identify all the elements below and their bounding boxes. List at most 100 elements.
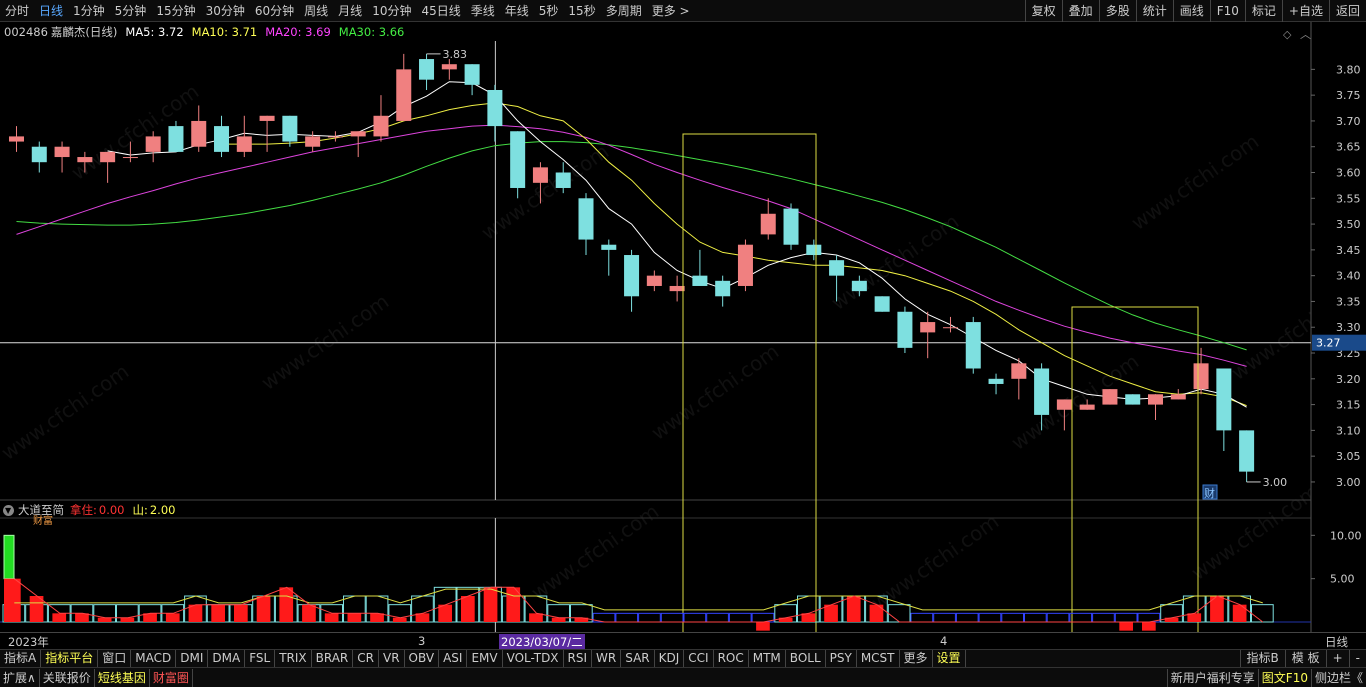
y-tick-label: 3.45 [1336, 244, 1361, 257]
ind-hill [955, 612, 979, 623]
indicator-tab[interactable]: CR [353, 650, 379, 667]
indicator-tab[interactable]: BRAR [312, 650, 354, 667]
y-tick-label: 3.40 [1336, 270, 1361, 283]
chevron-up-icon: ︿ [1300, 28, 1311, 41]
indicator-tab[interactable]: KDJ [655, 650, 685, 667]
bottom-left-item[interactable]: 短线基因 [95, 668, 150, 687]
ind-hill [660, 612, 684, 623]
indicator-tab[interactable]: 窗口 [98, 650, 132, 667]
ind-green-bar [3, 534, 15, 580]
ind-red-bar [279, 587, 294, 622]
bottom-left-item[interactable]: 关联报价 [40, 668, 95, 687]
indicator-tab[interactable]: MCST [857, 650, 900, 667]
chart-canvas[interactable]: 3.80 3.75 3.70 3.65 3.60 3.55 3.50 3.45 3.40 3.35… [0, 0, 1366, 687]
candle-body [54, 146, 70, 158]
highlight-box-2 [1071, 306, 1199, 644]
ma20-line [16, 124, 1247, 367]
candle-body [1034, 368, 1050, 415]
ind-hill [615, 612, 639, 623]
y-tick-label: 3.10 [1336, 424, 1361, 437]
candle-body [1102, 389, 1118, 405]
indicator-tab[interactable]: VOL-TDX [503, 650, 564, 667]
candle-body [737, 244, 753, 286]
x-label-cursor-date: 2023/03/07/二 [499, 634, 585, 650]
candle-body [783, 208, 799, 245]
bottom-left-item[interactable]: 财富圈 [150, 668, 193, 687]
indicator-tab[interactable]: 指标A [0, 650, 42, 667]
indicator-tab[interactable]: PSY [826, 650, 857, 667]
indicator-tab[interactable]: WR [592, 650, 622, 667]
stock-chart-app: 分时 日线 1分钟 5分钟 15分钟 30分钟 60分钟 周线 月线 10分钟 45日线 季线 年线 5秒… [0, 0, 1366, 687]
indicator-tab[interactable]: DMI [176, 650, 209, 667]
candle-body [1056, 399, 1072, 410]
candle-body [1170, 394, 1186, 400]
indicator-collapse-icon[interactable]: ▼ [3, 504, 14, 516]
indicator-tab[interactable]: FSL [245, 650, 276, 667]
indicator-tool[interactable]: 模 板 [1284, 650, 1326, 667]
candle-body [624, 255, 640, 297]
indicator-info-bar: ▼ 大道至简 拿住: 0.00 山: 2.00 [0, 502, 175, 518]
indicator-tab[interactable]: 更多 [900, 650, 933, 667]
bottom-right-item[interactable]: 侧边栏《 [1310, 668, 1366, 687]
candle-body [532, 167, 548, 183]
indicator-tab[interactable]: MACD [131, 650, 177, 667]
ind-red-bar [188, 604, 203, 622]
diamond-icon: ◇ [1283, 28, 1292, 41]
indicator-tool[interactable]: - [1348, 650, 1366, 667]
indicator-tab[interactable]: SAR [621, 650, 655, 667]
bottom-right-item[interactable]: 新用户福利专享 [1166, 668, 1258, 687]
ma10-line [221, 102, 1247, 407]
indicator-tab-bar: 指标A 指标平台 窗口 MACD DMI DMA FSL TRIX BRAR CR VR OBV ASI… [0, 649, 1366, 667]
indicator-param-value-2: 2.00 [149, 503, 176, 517]
ind-red-bar [324, 613, 339, 622]
ind-hill [1092, 612, 1115, 623]
ind-red-bar [461, 596, 475, 622]
indicator-tab[interactable]: EMV [467, 650, 503, 667]
y-tick-label: 3.30 [1336, 321, 1361, 334]
ind-hill [1001, 612, 1024, 623]
indicator-param-value-1: 0.00 [98, 503, 125, 517]
indicator-tool[interactable]: 指标B [1239, 650, 1285, 667]
indicator-tab[interactable]: RSI [564, 650, 593, 667]
indicator-tab[interactable]: 设置 [933, 650, 966, 667]
indicator-name[interactable]: 大道至简 [18, 502, 64, 518]
candle-body [646, 275, 662, 286]
bottom-left-items: 扩展∧ 关联报价 短线基因 财富圈 [0, 668, 1167, 687]
indicator-tab[interactable]: ASI [439, 650, 468, 667]
high-label: 3.83 [443, 48, 468, 61]
candle-body [920, 322, 936, 333]
indicator-tab[interactable]: TRIX [275, 650, 312, 667]
candle-body [464, 64, 480, 85]
y-tick-label: 3.60 [1336, 167, 1361, 180]
bottom-left-item[interactable]: 扩展∧ [0, 668, 40, 687]
ind-hill [887, 604, 911, 623]
ind-hill [683, 612, 707, 623]
y-tick-label: 3.05 [1336, 450, 1361, 463]
indicator-tab[interactable]: 指标平台 [41, 650, 99, 667]
ind-red-bar [234, 604, 248, 622]
y-tick-label: 3.35 [1336, 295, 1361, 308]
indicator-tab[interactable]: DMA [208, 650, 246, 667]
candle-body [396, 69, 412, 121]
bottom-right-item[interactable]: 图文F10 [1257, 668, 1311, 687]
ind-red-bar [256, 596, 271, 622]
indicator-tab[interactable]: OBV [405, 650, 440, 667]
candle-body [942, 327, 958, 329]
indicator-tab[interactable]: ROC [714, 650, 749, 667]
indicator-tab[interactable]: BOLL [786, 650, 826, 667]
ind-red-bar [846, 596, 861, 622]
indicator-tab[interactable]: MTM [749, 650, 786, 667]
y-tick-label: 3.15 [1336, 399, 1361, 412]
indicator-tab[interactable]: VR [379, 650, 405, 667]
candle-body [122, 157, 138, 159]
candle-body [760, 213, 776, 235]
indicator-tab[interactable]: CCI [684, 650, 714, 667]
ind-red-bar [869, 604, 884, 622]
ind-red-bar [392, 617, 407, 622]
candle-body [965, 322, 981, 369]
ind-red-bar [483, 587, 498, 622]
ind-red-bar [211, 604, 225, 622]
indicator-tool[interactable]: + [1325, 650, 1349, 667]
ind-hill [978, 612, 1002, 623]
bottom-bar: 扩展∧ 关联报价 短线基因 财富圈 新用户福利专享 图文F10 侧边栏《 [0, 667, 1366, 687]
